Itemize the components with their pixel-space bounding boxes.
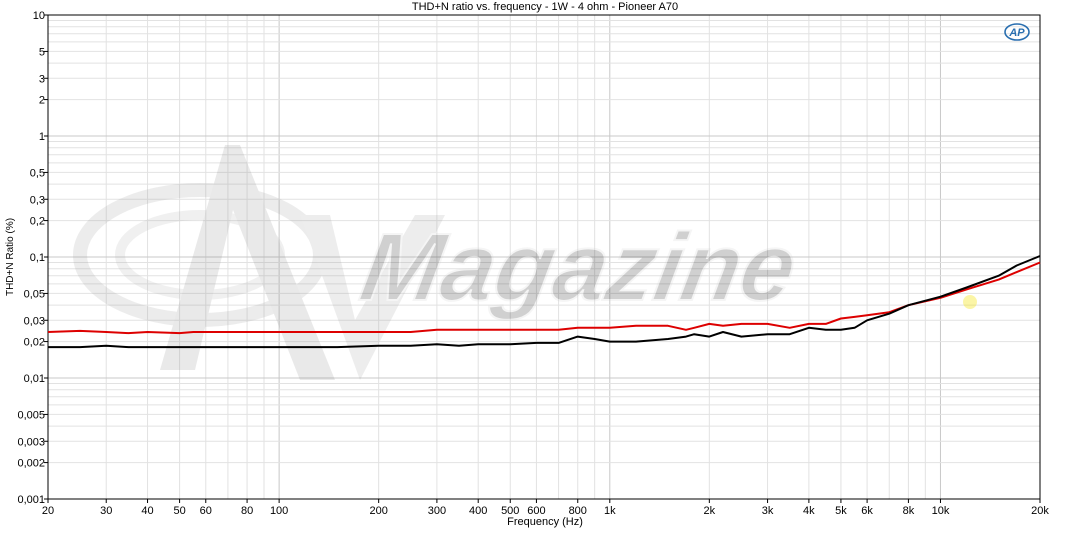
x-tick-label: 2k [704, 505, 716, 517]
x-tick-label: 6k [861, 505, 873, 517]
y-tick-label: 0,01 [24, 373, 45, 385]
x-tick-label: 100 [270, 505, 288, 517]
y-tick-label: 0,05 [24, 288, 45, 300]
ap-logo-text: AP [1008, 27, 1025, 39]
x-tick-label: 1k [604, 505, 616, 517]
y-tick-label: 0,001 [17, 494, 45, 506]
y-tick-label: 0,1 [30, 252, 45, 264]
x-tick-label: 20 [42, 505, 54, 517]
y-tick-label: 0,002 [17, 458, 45, 470]
y-tick-label: 0,003 [17, 436, 45, 448]
x-tick-label: 5k [835, 505, 847, 517]
y-tick-label: 0,2 [30, 216, 45, 228]
y-tick-label: 3 [39, 73, 45, 85]
x-tick-label: 30 [100, 505, 112, 517]
x-tick-label: 50 [173, 505, 185, 517]
x-tick-label: 400 [469, 505, 487, 517]
y-tick-label: 1 [39, 131, 45, 143]
y-tick-label: 2 [39, 95, 45, 107]
x-tick-label: 200 [369, 505, 387, 517]
x-tick-label: 40 [141, 505, 153, 517]
x-tick-label: 8k [903, 505, 915, 517]
x-tick-label: 60 [200, 505, 212, 517]
x-tick-label: 4k [803, 505, 815, 517]
x-tick-label: 3k [762, 505, 774, 517]
x-tick-label: 20k [1031, 505, 1049, 517]
y-tick-label: 5 [39, 46, 45, 58]
y-tick-label: 0,3 [30, 194, 45, 206]
x-tick-label: 80 [241, 505, 253, 517]
chart-svg: Magazine 20 30 40 50 60 80 100 200 300 400 500 600 8… [5, 1, 1049, 528]
y-tick-label: 0,5 [30, 167, 45, 179]
y-tick-label: 0,005 [17, 409, 45, 421]
y-tick-label: 0,03 [24, 315, 45, 327]
y-tick-label: 0,02 [24, 337, 45, 349]
x-tick-label: 300 [428, 505, 446, 517]
x-tick-label: 10k [932, 505, 950, 517]
y-tick-label: 10 [33, 10, 45, 22]
watermark-text: Magazine [353, 213, 804, 321]
watermark-dot [963, 295, 977, 309]
thdn-chart: Magazine 20 30 40 50 60 80 100 200 300 400 500 600 8… [0, 0, 1065, 531]
x-axis-label: Frequency (Hz) [507, 516, 583, 528]
chart-title: THD+N ratio vs. frequency - 1W - 4 ohm -… [412, 1, 678, 13]
y-axis-label: THD+N Ratio (%) [5, 218, 16, 296]
